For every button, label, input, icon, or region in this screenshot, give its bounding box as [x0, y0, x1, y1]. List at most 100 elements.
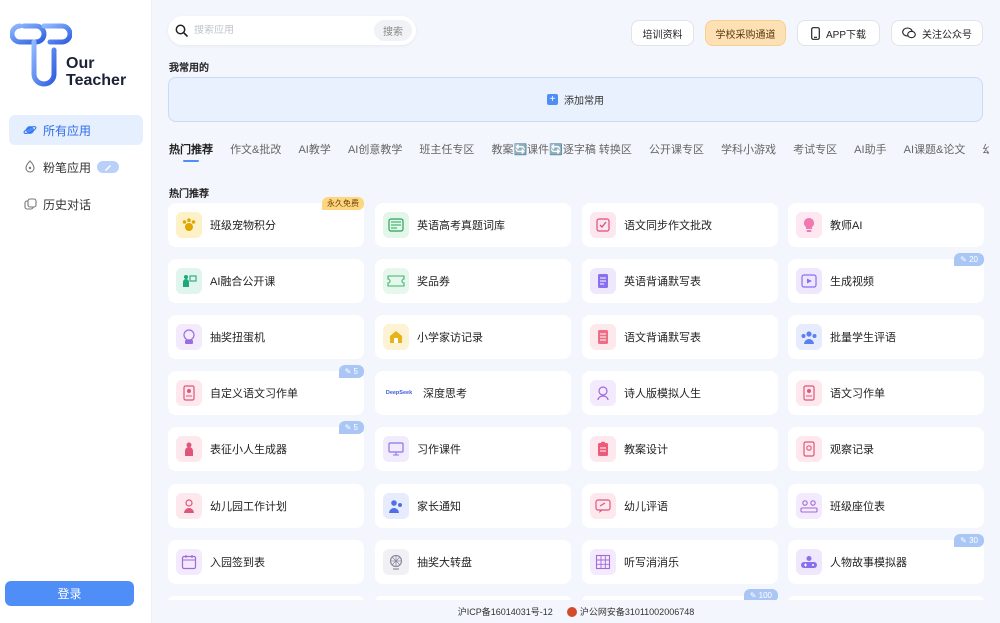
app-card[interactable]: 语文背诵默写表: [582, 315, 778, 359]
observation-icon: [796, 436, 822, 462]
app-card[interactable]: 人物故事模拟器 ✎ 30: [788, 534, 984, 584]
tab-kindergarten[interactable]: 幼: [982, 142, 989, 162]
brand-line-2: Teacher: [66, 72, 127, 89]
app-label: 英语背诵默写表: [624, 276, 701, 288]
app-card[interactable]: 批量学生评语: [788, 315, 984, 359]
sidebar-item-chalk-apps[interactable]: 粉笔应用: [9, 152, 143, 182]
teacher-board-icon: [176, 268, 202, 294]
app-card[interactable]: 观察记录: [788, 427, 984, 471]
app-download-button[interactable]: APP下载: [797, 20, 880, 46]
add-favorite-button[interactable]: + 添加常用: [168, 77, 983, 122]
deepseek-logo-text: DeepSeek: [385, 390, 413, 396]
search-button[interactable]: 搜索: [374, 20, 412, 41]
app-label: 语文习作单: [830, 388, 885, 400]
kindergarten-icon: [176, 493, 202, 519]
lightbulb-icon: [796, 212, 822, 238]
tab-essay[interactable]: 作文&批改: [230, 142, 281, 162]
search-input[interactable]: [194, 25, 374, 36]
app-card[interactable]: 英语背诵默写表: [582, 259, 778, 303]
app-card[interactable]: 自定义语文习作单 ✎ 5: [168, 365, 364, 415]
app-card[interactable]: 听写消消乐: [582, 540, 778, 584]
sidebar-item-all-apps[interactable]: 所有应用: [9, 115, 143, 145]
app-card[interactable]: 英语高考真题词库: [375, 203, 571, 247]
tab-ai-creative[interactable]: AI创意教学: [348, 142, 402, 162]
follow-account-button[interactable]: 关注公众号: [891, 20, 983, 46]
login-button[interactable]: 登录: [5, 581, 134, 606]
app-card[interactable]: 表征小人生成器 ✎ 5: [168, 421, 364, 471]
app-card[interactable]: 语文同步作文批改: [582, 203, 778, 247]
app-card[interactable]: DeepSeek 深度思考: [375, 371, 571, 415]
app-card[interactable]: 幼儿评语: [582, 484, 778, 528]
tab-ai-assistant[interactable]: AI助手: [854, 142, 886, 162]
figure-icon: [176, 436, 202, 462]
app-label: 幼儿评语: [624, 501, 668, 513]
pet-paw-icon: [176, 212, 202, 238]
app-card[interactable]: 语文习作单: [788, 371, 984, 415]
app-card[interactable]: 抽奖扭蛋机: [168, 315, 364, 359]
app-card[interactable]: 班级座位表: [788, 484, 984, 528]
tab-ai-research[interactable]: AI课题&论文: [904, 142, 966, 162]
footer: 沪ICP备16014031号-12 沪公网安备31011002006748: [152, 600, 1000, 623]
tab-hot[interactable]: 热门推荐: [169, 142, 213, 162]
sidebar-nav: 所有应用 粉笔应用 历史对话: [9, 115, 143, 226]
usage-count: 20: [969, 255, 978, 264]
app-card[interactable]: 习作课件: [375, 427, 571, 471]
favorites-title: 我常用的: [169, 63, 209, 74]
tab-conversion[interactable]: 教案🔄课件🔄逐字稿 转换区: [491, 142, 631, 162]
grid-game-icon: [590, 549, 616, 575]
app-card[interactable]: 诗人版模拟人生: [582, 371, 778, 415]
icp-record-link[interactable]: 沪ICP备16014031号-12: [458, 605, 553, 618]
app-label: AI融合公开课: [210, 276, 276, 288]
app-label: 人物故事模拟器: [830, 557, 907, 569]
police-record-link[interactable]: 沪公网安备31011002006748: [580, 605, 694, 618]
lesson-plan-icon: [590, 436, 616, 462]
app-download-label: APP下载: [825, 29, 866, 41]
sidebar-item-history[interactable]: 历史对话: [9, 189, 143, 219]
brand-name: Our Teacher: [66, 55, 126, 89]
police-badge-icon: [566, 606, 577, 617]
app-card[interactable]: 奖品券: [375, 259, 571, 303]
essay-check-icon: [590, 212, 616, 238]
logo[interactable]: Our Teacher: [9, 22, 140, 94]
app-card[interactable]: AI融合公开课: [168, 259, 364, 303]
app-card[interactable]: 生成视频 ✎ 20: [788, 253, 984, 303]
school-purchase-button[interactable]: 学校采购通道: [705, 20, 786, 46]
phone-icon: [811, 26, 820, 40]
tab-mini-games[interactable]: 学科小游戏: [721, 142, 776, 162]
sidebar-item-label: 所有应用: [43, 123, 92, 138]
gamepad-icon: [796, 549, 822, 575]
worksheet-icon: [796, 380, 822, 406]
tab-ai-teaching[interactable]: AI教学: [298, 142, 330, 162]
app-label: 深度思考: [423, 388, 467, 400]
parents-icon: [383, 493, 409, 519]
training-materials-button[interactable]: 培训资料: [631, 20, 694, 46]
search-bar: 搜索: [168, 16, 416, 45]
app-card[interactable]: 家长通知: [375, 484, 571, 528]
app-card[interactable]: 幼儿园工作计划: [168, 484, 364, 528]
pencil-icon: [97, 161, 120, 173]
app-label: 抽奖大转盘: [417, 557, 472, 569]
app-card[interactable]: 小学家访记录: [375, 315, 571, 359]
app-label: 班级宠物积分: [210, 220, 276, 232]
tab-head-teacher[interactable]: 班主任专区: [419, 142, 474, 162]
worksheet-icon: [176, 380, 202, 406]
app-label: 小学家访记录: [417, 332, 483, 344]
app-card[interactable]: 教师AI: [788, 203, 984, 247]
plus-icon: +: [547, 94, 558, 105]
app-label: 教师AI: [830, 220, 863, 232]
tab-exams[interactable]: 考试专区: [793, 142, 837, 162]
app-label: 自定义语文习作单: [210, 388, 298, 400]
follow-account-label: 关注公众号: [922, 29, 972, 41]
free-badge: 永久免费: [322, 197, 364, 210]
tab-open-class[interactable]: 公开课专区: [649, 142, 704, 162]
app-card[interactable]: 班级宠物积分 永久免费: [168, 197, 364, 247]
app-card[interactable]: 教案设计: [582, 427, 778, 471]
app-label: 观察记录: [830, 444, 874, 456]
pencil-icon: ✎: [344, 367, 354, 376]
app-card[interactable]: 抽奖大转盘: [375, 540, 571, 584]
home-visit-icon: [383, 324, 409, 350]
usage-count: 5: [353, 423, 358, 432]
pen-nib-icon: [23, 160, 37, 174]
app-label: 批量学生评语: [830, 332, 896, 344]
app-card[interactable]: 入园签到表: [168, 540, 364, 584]
